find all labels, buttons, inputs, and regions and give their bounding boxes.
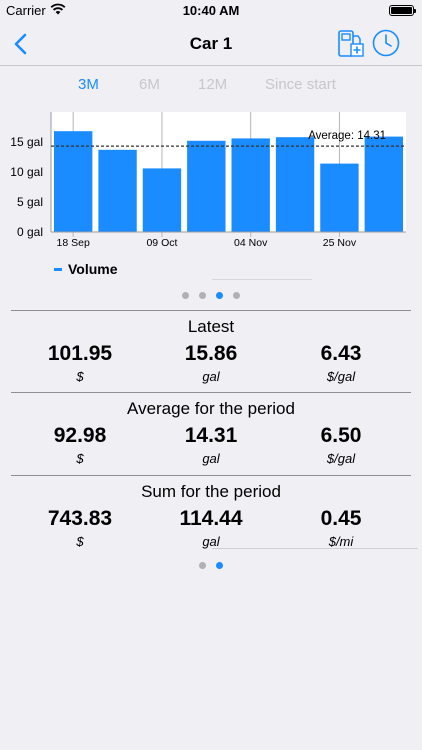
section-title-latest: Latest (187, 317, 235, 336)
page-dot[interactable] (199, 562, 206, 569)
x-tick-label: 04 Nov (234, 237, 268, 249)
navigation-bar: Car 1 (0, 22, 422, 66)
stat-unit: $/mi (328, 534, 354, 549)
bar (142, 168, 182, 232)
chart-legend: Volume (54, 261, 118, 277)
stat-unit: $/gal (326, 369, 356, 384)
stat-value: 92.98 (53, 424, 107, 447)
stat-unit: $/gal (326, 451, 356, 466)
fuel-pump-add-icon[interactable] (336, 27, 366, 59)
bar (98, 149, 137, 232)
stat-value: 114.44 (179, 507, 243, 530)
stat-average-price: 6.50 $/gal (271, 424, 411, 466)
stat-value: 6.50 (320, 424, 362, 447)
page-dot[interactable] (233, 292, 240, 299)
section-title-sum: Sum for the period (141, 482, 281, 501)
clock-icon[interactable] (371, 28, 401, 58)
stat-sum-cost: 743.83 $ (10, 507, 150, 549)
stat-latest-volume: 15.86 gal (141, 342, 281, 384)
stat-value: 15.86 (184, 342, 238, 365)
divider (11, 475, 411, 476)
stat-value: 14.31 (184, 424, 238, 447)
stat-unit: gal (202, 534, 220, 549)
bar (364, 136, 403, 232)
page-dot[interactable] (216, 562, 223, 569)
legend-swatch (54, 267, 62, 271)
clock-time: 10:40 AM (182, 3, 240, 18)
divider (11, 392, 411, 393)
stat-value: 743.83 (47, 507, 113, 530)
bar (187, 140, 226, 232)
bar (231, 138, 270, 232)
legend-label: Volume (68, 261, 118, 277)
stat-sum-volume: 114.44 gal (141, 507, 281, 549)
battery-icon (389, 5, 416, 16)
chart-page-indicator[interactable] (0, 292, 422, 299)
x-tick-label: 18 Sep (57, 237, 90, 249)
period-tab-since-start[interactable]: Since start (265, 76, 336, 93)
period-tab-12m[interactable]: 12M (198, 76, 227, 93)
y-tick-label: 15 gal (10, 135, 43, 149)
bar (275, 137, 315, 232)
status-bar: Carrier 10:40 AM (0, 0, 422, 22)
stat-unit: gal (202, 451, 220, 466)
legend-divider (212, 279, 312, 280)
divider (212, 548, 418, 549)
stat-latest-cost: 101.95 $ (10, 342, 150, 384)
stat-sum-distance-cost: 0.45 $/mi (271, 507, 411, 549)
stat-latest-price: 6.43 $/gal (271, 342, 411, 384)
section-title-average: Average for the period (127, 399, 295, 418)
x-tick-label: 09 Oct (146, 237, 177, 249)
volume-bar-chart: 0 gal 5 gal 10 gal 15 gal 18 Sep 09 Oct 04 Nov… (10, 112, 406, 249)
page-dot[interactable] (199, 292, 206, 299)
page-dot[interactable] (216, 292, 223, 299)
stat-average-cost: 92.98 $ (10, 424, 150, 466)
stat-average-volume: 14.31 gal (141, 424, 281, 466)
y-tick-label: 5 gal (17, 195, 43, 209)
stat-value: 6.43 (320, 342, 362, 365)
x-tick-label: 25 Nov (323, 237, 357, 249)
stat-unit: $ (76, 534, 84, 549)
period-tab-6m[interactable]: 6M (139, 76, 160, 93)
y-tick-label: 10 gal (10, 165, 43, 179)
period-selector: 3M 6M 12M Since start (0, 76, 422, 96)
stat-unit: $ (76, 451, 84, 466)
bar (320, 163, 359, 232)
stat-unit: gal (202, 369, 220, 384)
page-dot[interactable] (182, 292, 189, 299)
stats-page-indicator[interactable] (0, 562, 422, 569)
divider (11, 310, 411, 311)
stat-value: 0.45 (320, 507, 362, 530)
stat-unit: $ (76, 369, 84, 384)
period-tab-3m[interactable]: 3M (78, 76, 99, 93)
stat-value: 101.95 (47, 342, 113, 365)
y-tick-label: 0 gal (17, 225, 43, 239)
average-label: Average: 14.31 (308, 130, 386, 142)
